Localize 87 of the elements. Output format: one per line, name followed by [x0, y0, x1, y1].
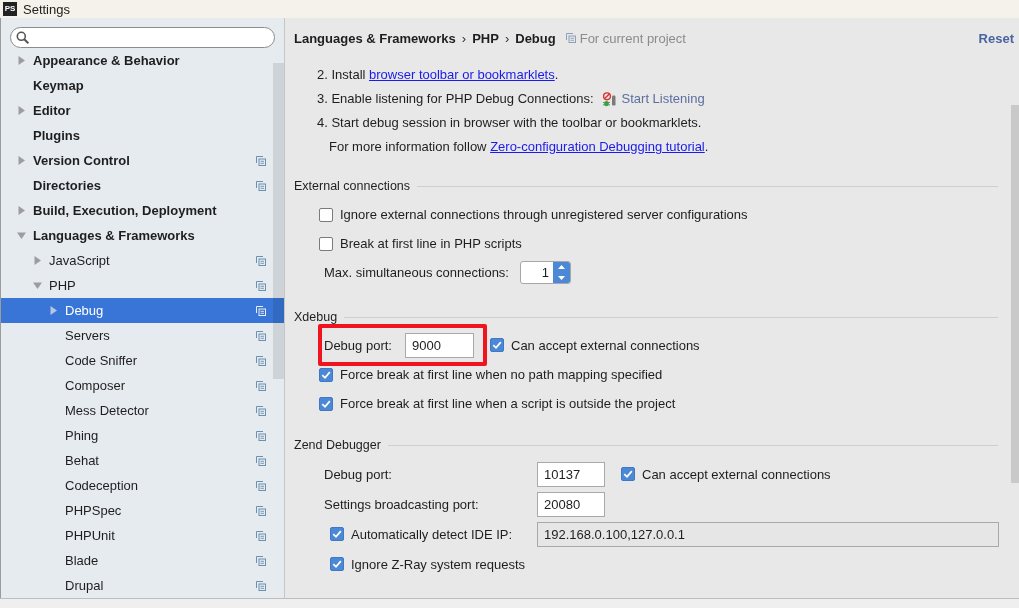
bug-phone-icon: [601, 91, 617, 107]
breadcrumb-item: Languages & Frameworks: [294, 30, 456, 46]
instruction-text: For more information follow Zero-configuration Debugging tutorial.: [328, 138, 709, 156]
link[interactable]: browser toolbar or bookmarklets: [369, 67, 555, 82]
caret-down-icon[interactable]: [17, 231, 26, 240]
tree-item[interactable]: Phing: [1, 423, 284, 448]
tree-item[interactable]: PHPSpec: [1, 498, 284, 523]
checkmark-icon: [321, 398, 331, 409]
checkbox[interactable]: [319, 207, 333, 222]
tree-item[interactable]: Version Control: [1, 148, 284, 173]
tree-item[interactable]: PHPUnit: [1, 523, 284, 548]
tree-item[interactable]: Mess Detector: [1, 398, 284, 423]
number-spinner[interactable]: 1: [520, 261, 571, 284]
tree-item[interactable]: JavaScript: [1, 248, 284, 273]
tree-item[interactable]: Debug: [1, 298, 284, 323]
tree-item[interactable]: Composer: [1, 373, 284, 398]
checkbox[interactable]: [319, 367, 333, 382]
tree-item[interactable]: Languages & Frameworks: [1, 223, 284, 248]
caret-right-icon[interactable]: [17, 156, 26, 165]
checkbox[interactable]: [490, 338, 504, 352]
tree-item[interactable]: Plugins: [1, 123, 284, 148]
breadcrumb-separator: ›: [461, 30, 467, 46]
scrollbar-thumb[interactable]: [273, 63, 284, 379]
tree-item[interactable]: Drupal: [1, 573, 284, 598]
search-field[interactable]: [10, 27, 275, 48]
breadcrumb-item: Debug: [515, 30, 556, 46]
scrollbar-thumb[interactable]: [1011, 105, 1019, 483]
caret-right-icon[interactable]: [17, 206, 26, 215]
checkbox-label[interactable]: Break at first line in PHP scripts: [340, 236, 522, 251]
checkmark-icon: [332, 529, 342, 539]
instruction-text: 3. Enable listening for PHP Debug Connections: Start Listening: [285, 87, 705, 111]
tree-item[interactable]: Servers: [1, 323, 284, 348]
section-title: External connections: [294, 179, 411, 193]
scope-label: For current project: [579, 30, 686, 46]
tree-item[interactable]: Directories: [1, 173, 284, 198]
caret-down-icon[interactable]: [33, 281, 42, 290]
caret-up-icon: [558, 265, 565, 270]
caret-right-icon[interactable]: [17, 106, 26, 115]
field-label: Settings broadcasting port:: [324, 496, 479, 512]
field-label: Debug port:: [324, 466, 392, 482]
caret-down-icon: [558, 275, 565, 280]
checkbox-label[interactable]: Can accept external connections: [642, 466, 831, 482]
tree-item[interactable]: PHP: [1, 273, 284, 298]
search-icon: [16, 31, 29, 44]
checkmark-icon: [332, 559, 342, 569]
checkmark-icon: [492, 340, 502, 350]
reset-link[interactable]: Reset: [978, 30, 1014, 46]
link[interactable]: Zero-configuration Debugging tutorial: [490, 139, 705, 154]
port-field[interactable]: 9000: [405, 332, 474, 358]
caret-right-icon[interactable]: [33, 256, 42, 265]
section-title: Xdebug: [294, 310, 338, 324]
caret-right-icon[interactable]: [49, 306, 58, 315]
start-listening-button[interactable]: Start Listening: [601, 87, 705, 111]
spin-up-button[interactable]: [553, 262, 570, 273]
caret-right-icon[interactable]: [17, 56, 26, 65]
window-title: Settings: [23, 1, 70, 17]
tree-item[interactable]: Editor: [1, 98, 284, 123]
tree-item[interactable]: Appearance & Behavior: [1, 48, 284, 73]
section-title: Zend Debugger: [294, 438, 381, 452]
instruction-text: 4. Start debug session in browser with the toolbar or bookmarklets.: [316, 114, 702, 132]
checkmark-icon: [623, 469, 633, 479]
checkbox[interactable]: [319, 396, 333, 411]
instruction-text: 2. Install browser toolbar or bookmarklets.: [316, 66, 559, 84]
checkbox-label[interactable]: Can accept external connections: [511, 337, 700, 353]
port-field[interactable]: 20080: [537, 491, 605, 517]
spin-down-button[interactable]: [553, 272, 570, 283]
app-logo: PS: [3, 2, 17, 16]
checkbox-label[interactable]: Ignore Z-Ray system requests: [351, 556, 526, 572]
tree-item[interactable]: Blade: [1, 548, 284, 573]
port-field[interactable]: 10137: [537, 461, 605, 487]
checkmark-icon: [321, 369, 331, 380]
checkbox-label[interactable]: Ignore external connections through unregistered server configurations: [340, 207, 748, 222]
breadcrumb-item: PHP: [472, 30, 499, 46]
tree-item[interactable]: Build, Execution, Deployment: [1, 198, 284, 223]
breadcrumb-separator: ›: [504, 30, 510, 46]
checkbox[interactable]: [319, 236, 333, 251]
tree-item[interactable]: Keymap: [1, 73, 284, 98]
field-label: Max. simultaneous connections:: [324, 265, 509, 280]
tree-item[interactable]: Codeception: [1, 473, 284, 498]
tree-item[interactable]: Behat: [1, 448, 284, 473]
checkbox[interactable]: [330, 557, 344, 571]
checkbox[interactable]: [621, 467, 635, 481]
checkbox-label[interactable]: Force break at first line when a script is outside the project: [340, 396, 676, 411]
tree-item[interactable]: Code Sniffer: [1, 348, 284, 373]
checkbox-label[interactable]: Force break at first line when no path mapping specified: [340, 367, 663, 382]
field-label: Debug port:: [324, 337, 393, 353]
stacked-pages-icon: [565, 33, 576, 43]
